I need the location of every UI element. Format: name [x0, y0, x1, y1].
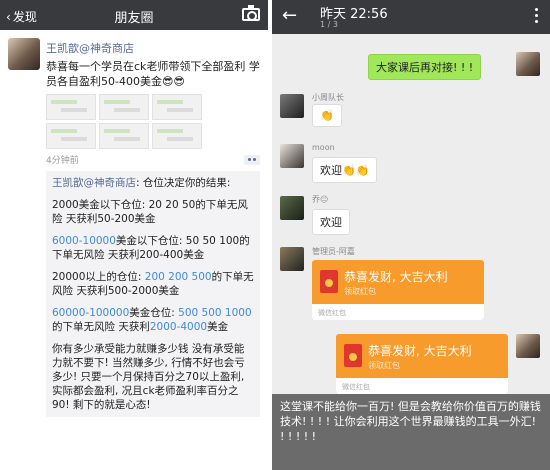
- comment-intro-line: 王凯歆@神奇商店: 仓位决定你的结果:: [52, 177, 231, 189]
- post-image[interactable]: [152, 94, 202, 120]
- red-envelope-icon: [320, 270, 338, 293]
- comment-author[interactable]: 王凯歆@神奇商店: [52, 177, 136, 189]
- moment-post: 王凯歆@神奇商店 恭喜每一个学员在ck老师带领下全部盈利 学员各自盈利50-40…: [0, 30, 268, 166]
- sender-name: moon: [312, 143, 335, 152]
- avatar[interactable]: [8, 38, 40, 70]
- comment-text: 美金: [207, 321, 229, 333]
- avatar[interactable]: [280, 196, 304, 220]
- message-bubble[interactable]: 👏: [312, 104, 342, 127]
- message-bubble[interactable]: 欢迎: [312, 209, 350, 235]
- post-images: [46, 94, 260, 149]
- post-image[interactable]: [99, 123, 149, 149]
- moments-pane: ‹ 发现 朋友圈 王凯歆@神奇商店 恭喜每一个学员在ck老师带领下全部盈利 学员…: [0, 0, 268, 470]
- post-image[interactable]: [46, 123, 96, 149]
- message-bubble[interactable]: 欢迎👏👏: [312, 157, 378, 183]
- caption-text: 这堂课不能给你一百万! 但是会教给你价值百万的赚钱技术! ! ! ! 让你会利用…: [280, 400, 541, 443]
- comment-line-5: 你有多少承受能力就赚多少钱 没有承受能力就不要下! 当然赚多少, 行情不好也会亏…: [52, 343, 245, 411]
- red-packet-subtitle: 领取红包: [368, 361, 400, 370]
- chat-pane: ← 昨天 22:56 1 / 3 大家课后再对接! ! ! 小周队长 👏 moo…: [272, 0, 550, 470]
- avatar[interactable]: [516, 52, 540, 76]
- sender-name: 小周队长: [312, 93, 344, 102]
- highlight: 500 500 1000: [178, 307, 252, 319]
- red-packet-title: 恭喜发财, 大吉大利: [368, 344, 472, 358]
- page-title: 朋友圈: [114, 11, 154, 26]
- avatar[interactable]: [280, 247, 304, 271]
- highlight: 200 200 500: [144, 271, 212, 283]
- post-text: 恭喜每一个学员在ck老师带领下全部盈利 学员各自盈利50-400美金😎😎: [46, 60, 260, 88]
- comment-line-3: 20000以上的仓位: 200 200 500的下单无风险 天获利500-200…: [52, 270, 254, 298]
- chat-header: ← 昨天 22:56 1 / 3: [272, 0, 550, 34]
- comment-text: 20000以上的仓位:: [52, 271, 145, 283]
- red-envelope-icon: [344, 344, 362, 367]
- sender-name: 管理员-阿嘉: [312, 247, 355, 256]
- back-arrow-icon[interactable]: ←: [282, 5, 297, 26]
- sender-name: 乔😐: [312, 195, 329, 204]
- post-time: 4分钟前: [46, 156, 79, 166]
- comment-box: 王凯歆@神奇商店: 仓位决定你的结果: 2000美金以下仓位: 20 20 50…: [46, 171, 260, 417]
- comment-text: 美金仓位:: [129, 307, 179, 319]
- red-packet-footer: 微信红包: [336, 378, 508, 394]
- comment-text: 的下单无风险 天获利: [52, 321, 150, 333]
- highlight: 60000-100000: [52, 307, 130, 319]
- more-actions-button[interactable]: [244, 154, 260, 165]
- post-image[interactable]: [46, 94, 96, 120]
- avatar[interactable]: [280, 94, 304, 118]
- red-packet-subtitle: 领取红包: [344, 287, 376, 296]
- red-packet-title: 恭喜发财, 大吉大利: [344, 270, 448, 284]
- more-icon[interactable]: [535, 8, 538, 23]
- moments-header: ‹ 发现 朋友圈: [0, 0, 268, 30]
- highlight: 6000-10000: [52, 235, 116, 247]
- comment-intro: 仓位决定你的结果:: [142, 177, 231, 189]
- comment-line-4: 60000-100000美金仓位: 500 500 1000 的下单无风险 天获利…: [52, 306, 254, 334]
- avatar[interactable]: [280, 144, 304, 168]
- red-packet-footer: 微信红包: [312, 304, 484, 320]
- page-indicator: 1 / 3: [320, 20, 338, 29]
- post-image[interactable]: [99, 94, 149, 120]
- camera-icon[interactable]: [242, 5, 260, 21]
- caption-overlay: 这堂课不能给你一百万! 但是会教给你价值百万的赚钱技术! ! ! ! 让你会利用…: [272, 394, 550, 470]
- highlight: 2000-4000: [149, 321, 208, 333]
- post-author[interactable]: 王凯歆@神奇商店: [46, 40, 260, 56]
- avatar[interactable]: [516, 334, 540, 358]
- comment-line-1: 2000美金以下仓位: 20 20 50的下单无风险 天获利50-200美金: [52, 199, 248, 225]
- red-packet[interactable]: 恭喜发财, 大吉大利 领取红包 微信红包: [336, 334, 508, 394]
- message-bubble[interactable]: 大家课后再对接! ! !: [368, 54, 482, 80]
- comment-line-2: 6000-10000美金以下仓位: 50 50 100的下单无风险 天获利200…: [52, 234, 254, 262]
- post-image[interactable]: [152, 123, 202, 149]
- red-packet[interactable]: 恭喜发财, 大吉大利 领取红包 微信红包: [312, 260, 484, 320]
